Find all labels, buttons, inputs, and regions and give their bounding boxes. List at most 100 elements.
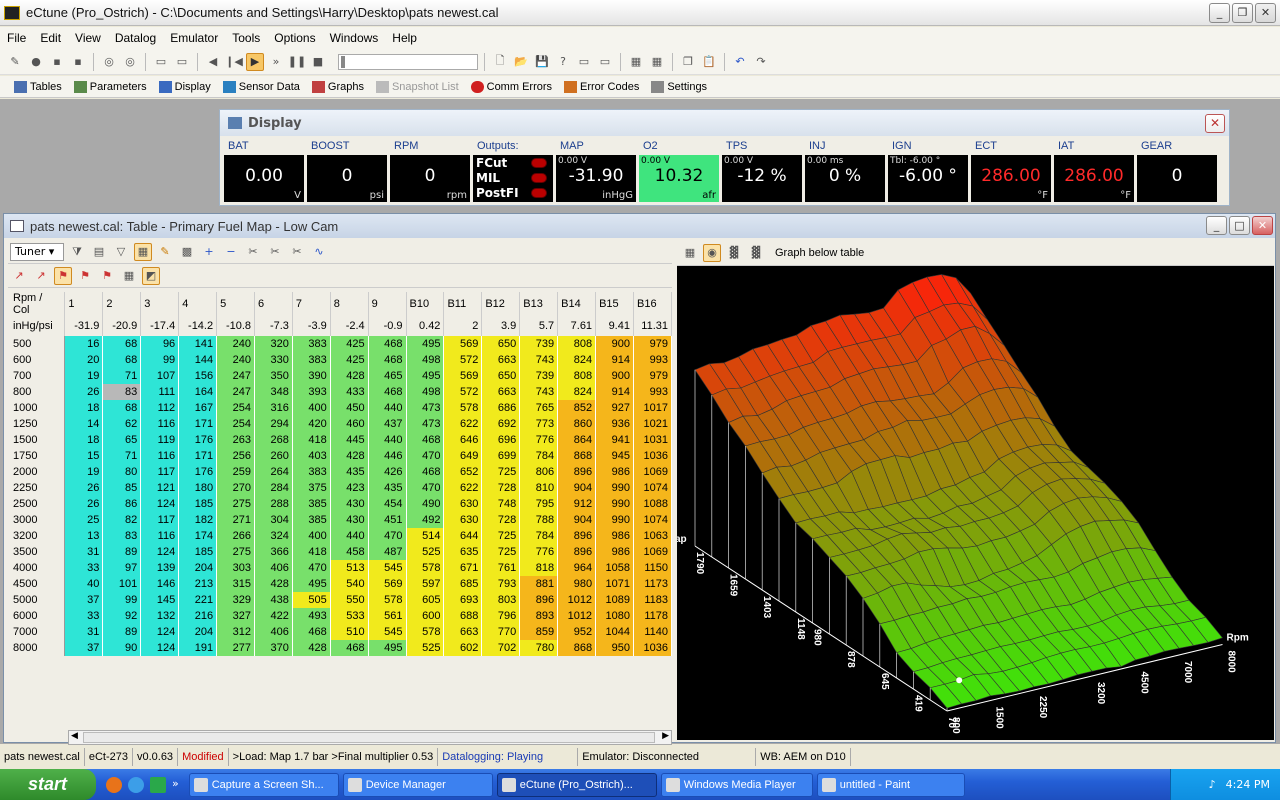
fuel-cell[interactable]: 92 xyxy=(102,607,142,624)
rpm-header[interactable]: 2500 xyxy=(10,495,66,512)
taskbar-button[interactable]: Device Manager xyxy=(342,772,493,797)
column-header[interactable]: B12 xyxy=(481,292,521,317)
fuel-cell[interactable]: 423 xyxy=(330,479,369,496)
fuel-cell[interactable]: 468 xyxy=(406,431,445,448)
fuel-cell[interactable]: 896 xyxy=(557,527,597,544)
fuel-cell[interactable]: 422 xyxy=(254,607,293,624)
fuel-cell[interactable]: 1071 xyxy=(595,575,634,592)
fuel-cell[interactable]: 167 xyxy=(178,399,218,416)
fuel-cell[interactable]: 498 xyxy=(406,351,445,368)
fuel-cell[interactable]: 470 xyxy=(406,447,445,464)
load-value[interactable]: -31.9 xyxy=(64,316,104,336)
rpm-header[interactable]: 1000 xyxy=(10,399,66,416)
fuel-cell[interactable]: 124 xyxy=(140,639,180,656)
fuel-cell[interactable]: 425 xyxy=(330,351,369,368)
fuel-cell[interactable]: 514 xyxy=(406,527,445,544)
fuel-cell[interactable]: 470 xyxy=(368,527,407,544)
fuel-cell[interactable]: 979 xyxy=(633,367,673,384)
toolbar-sensor-data[interactable]: Sensor Data xyxy=(217,80,306,93)
fuel-cell[interactable]: 418 xyxy=(292,431,331,448)
fuel-cell[interactable]: 33 xyxy=(64,559,104,576)
minus-icon[interactable]: − xyxy=(222,243,240,261)
fuel-cell[interactable]: 569 xyxy=(368,575,407,592)
fuel-cell[interactable]: 600 xyxy=(406,607,445,624)
fuel-cell[interactable]: 247 xyxy=(216,383,256,400)
chip2-icon[interactable]: ▦ xyxy=(648,53,666,71)
fuel-cell[interactable]: 85 xyxy=(102,479,142,496)
firefox-icon[interactable] xyxy=(106,776,122,793)
tool-b-icon[interactable]: ↗ xyxy=(32,267,50,285)
fuel-cell[interactable]: 904 xyxy=(557,479,597,496)
fuel-cell[interactable]: 495 xyxy=(406,367,445,384)
fuel-cell[interactable]: 739 xyxy=(519,335,559,352)
column-header[interactable]: 6 xyxy=(254,292,293,317)
fuel-cell[interactable]: 1140 xyxy=(633,623,673,640)
fuel-cell[interactable]: 525 xyxy=(406,639,445,656)
fuel-cell[interactable]: 468 xyxy=(368,335,407,352)
fuel-cell[interactable]: 685 xyxy=(443,575,483,592)
fuel-cell[interactable]: 1044 xyxy=(595,623,634,640)
fuel-cell[interactable]: 430 xyxy=(330,511,369,528)
horizontal-scrollbar[interactable]: ◀ ▶ xyxy=(68,730,672,745)
fuel-cell[interactable]: 808 xyxy=(557,335,597,352)
toolbar-graphs[interactable]: Graphs xyxy=(306,80,370,93)
fuel-cell[interactable]: 896 xyxy=(557,463,597,480)
fuel-cell[interactable]: 112 xyxy=(140,399,180,416)
fuel-cell[interactable]: 68 xyxy=(102,335,142,352)
fuel-cell[interactable]: 90 xyxy=(102,639,142,656)
fuel-cell[interactable]: 89 xyxy=(102,623,142,640)
fuel-cell[interactable]: 176 xyxy=(178,431,218,448)
toolbar-settings[interactable]: Settings xyxy=(645,80,713,93)
fuel-cell[interactable]: 288 xyxy=(254,495,293,512)
fuel-cell[interactable]: 86 xyxy=(102,495,142,512)
fuel-cell[interactable]: 383 xyxy=(292,463,331,480)
fuel-cell[interactable]: 204 xyxy=(178,623,218,640)
fuel-cell[interactable]: 950 xyxy=(595,639,634,656)
fuel-cell[interactable]: 264 xyxy=(254,463,293,480)
fuel-cell[interactable]: 121 xyxy=(140,479,180,496)
rpm-header[interactable]: 2000 xyxy=(10,463,66,480)
load-value[interactable]: 5.7 xyxy=(519,316,559,336)
taskbar-button[interactable]: Capture a Screen Sh... xyxy=(188,772,339,797)
table-close-button[interactable]: ✕ xyxy=(1252,216,1273,235)
fuel-cell[interactable]: 418 xyxy=(292,543,331,560)
fuel-cell[interactable]: 505 xyxy=(292,591,331,608)
column-header[interactable]: 9 xyxy=(368,292,407,317)
fuel-cell[interactable]: 370 xyxy=(254,639,293,656)
tuner-dropdown[interactable]: Tuner ▾ xyxy=(10,242,64,261)
graph-color-icon[interactable]: ◉ xyxy=(703,243,721,262)
fuel-cell[interactable]: 240 xyxy=(216,351,256,368)
fuel-map-3d-surface[interactable]: 1790165914031148 98087864541970800 1500 225… xyxy=(677,266,1274,740)
tool2-icon[interactable]: ✂ xyxy=(266,243,284,261)
fuel-cell[interactable]: 487 xyxy=(368,543,407,560)
fuel-cell[interactable]: 686 xyxy=(481,399,521,416)
rpm-header[interactable]: 600 xyxy=(10,351,66,368)
menu-windows[interactable]: Windows xyxy=(323,31,386,45)
fuel-cell[interactable]: 385 xyxy=(292,495,331,512)
menu-options[interactable]: Options xyxy=(267,31,322,45)
fuel-cell[interactable]: 1031 xyxy=(633,431,673,448)
fuel-cell[interactable]: 26 xyxy=(64,479,104,496)
grid-icon[interactable]: ▩ xyxy=(178,243,196,261)
taskbar-button[interactable]: untitled - Paint xyxy=(816,772,965,797)
open-log-icon[interactable]: ▭ xyxy=(152,53,170,71)
fuel-cell[interactable]: 495 xyxy=(368,639,407,656)
playback-slider[interactable] xyxy=(338,53,478,70)
fuel-cell[interactable]: 428 xyxy=(254,575,293,592)
fuel-cell[interactable]: 171 xyxy=(178,447,218,464)
fuel-cell[interactable]: 26 xyxy=(64,383,104,400)
fuel-cell[interactable]: 693 xyxy=(443,591,483,608)
fuel-cell[interactable]: 284 xyxy=(254,479,293,496)
fuel-cell[interactable]: 492 xyxy=(406,511,445,528)
fuel-cell[interactable]: 725 xyxy=(481,527,521,544)
fuel-cell[interactable]: 26 xyxy=(64,495,104,512)
fuel-cell[interactable]: 254 xyxy=(216,399,256,416)
open-file-icon[interactable]: 📂 xyxy=(512,53,530,71)
fuel-cell[interactable]: 796 xyxy=(481,607,521,624)
pencil-icon[interactable]: ✎ xyxy=(156,243,174,261)
taskbar-button[interactable]: eCtune (Pro_Ostrich)... xyxy=(496,772,657,797)
toolbar-display[interactable]: Display xyxy=(153,80,217,93)
fuel-cell[interactable]: 1017 xyxy=(633,399,673,416)
fuel-cell[interactable]: 1150 xyxy=(633,559,673,576)
fuel-cell[interactable]: 440 xyxy=(368,431,407,448)
